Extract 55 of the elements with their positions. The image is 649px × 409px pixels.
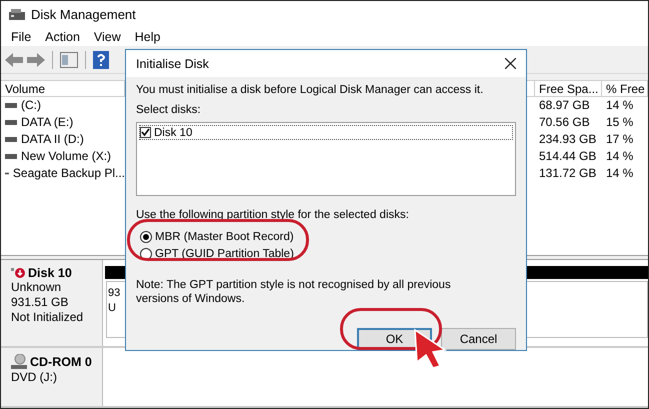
column-header[interactable]: Volume	[1, 80, 125, 97]
error-disk-icon	[11, 267, 25, 280]
disk-detail: Not Initialized	[11, 310, 84, 326]
disk-detail: DVD (J:)	[11, 370, 58, 386]
close-icon[interactable]	[505, 58, 516, 69]
cursor-icon	[413, 328, 447, 370]
table-cell-text: 234.93 GB	[538, 130, 598, 148]
drive-icon	[5, 136, 17, 142]
table-cell: (C:)	[21, 96, 41, 114]
select-disks-label: Select disks:	[136, 103, 202, 117]
drive-icon	[5, 120, 17, 125]
table-cell-text: 15 %	[605, 114, 634, 131]
drive-icon	[5, 154, 17, 159]
menu-item[interactable]: Action	[45, 30, 80, 44]
partition-text: 93	[108, 286, 120, 302]
drive-icon	[5, 102, 17, 108]
dialog-note: Note: The GPT partition style is not recognised by all previous versions of Windows.	[136, 278, 452, 306]
dialog-title: Initialise Disk	[136, 56, 209, 70]
disk-management-icon	[9, 8, 25, 21]
table-cell: DATA II (D:)	[21, 130, 84, 148]
table-cell: Seagate Backup Pl...	[12, 164, 125, 182]
table-cell-text: 70.56 GB	[538, 114, 591, 131]
help-icon[interactable]	[93, 50, 109, 69]
window-title: Disk Management	[31, 7, 136, 22]
table-cell-text: 68.97 GB	[538, 96, 591, 114]
radio-label[interactable]: MBR (Master Boot Record)	[155, 230, 294, 244]
column-header[interactable]: Free Spa...	[535, 80, 602, 97]
dialog-message: You must initialise a disk before Logical Disk Manager can access it.	[136, 83, 484, 97]
column-header[interactable]: % Free	[602, 80, 648, 97]
table-cell-text: 14 %	[605, 148, 634, 165]
disk-list-item[interactable]: Disk 10	[154, 126, 192, 140]
partition-text: U	[108, 301, 116, 316]
disk-detail: 931.51 GB	[11, 295, 70, 310]
radio-label[interactable]: GPT (GUID Partition Table)	[155, 246, 294, 260]
forward-arrow-icon[interactable]	[27, 52, 45, 67]
table-cell: DATA (E:)	[21, 114, 74, 131]
menu-item[interactable]: Help	[134, 30, 160, 44]
radio-button[interactable]	[140, 230, 152, 242]
table-cell-text: 131.72 GB	[538, 164, 598, 182]
disk-detail: Unknown	[11, 280, 62, 296]
disk-name: Disk 10	[28, 266, 72, 280]
console-tree-icon[interactable]	[60, 52, 78, 68]
table-cell-text: 14 %	[605, 164, 634, 182]
table-cell-text: 17 %	[605, 130, 634, 148]
menu-item[interactable]: File	[11, 30, 32, 44]
table-cell: New Volume (X:)	[21, 148, 112, 165]
cancel-button[interactable]: Cancel	[441, 328, 516, 350]
menu-item[interactable]: View	[94, 30, 121, 44]
table-cell-text: 514.44 GB	[538, 148, 598, 165]
cd-drive-icon	[11, 354, 27, 370]
back-arrow-icon[interactable]	[5, 52, 23, 67]
disk-name: CD-ROM 0	[30, 355, 92, 370]
partition-style-label: Use the following partition style for the selected disks:	[136, 208, 410, 222]
disk-checkbox[interactable]	[140, 127, 151, 138]
table-cell-text: 14 %	[605, 96, 634, 114]
